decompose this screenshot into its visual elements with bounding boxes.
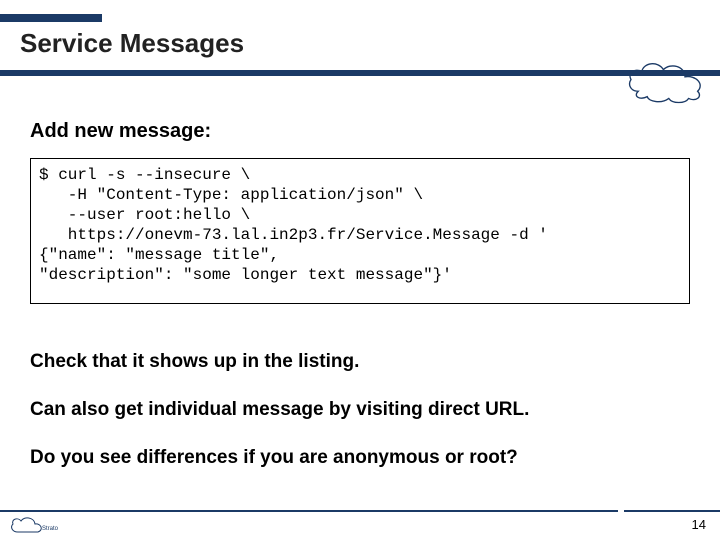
code-line: $ curl -s --insecure \ — [39, 166, 250, 184]
footer-line — [0, 510, 720, 512]
slide: Service Messages Add new message: $ curl… — [0, 0, 720, 540]
code-line: --user root:hello \ — [39, 206, 250, 224]
paragraph-differences: Do you see differences if you are anonym… — [30, 446, 690, 470]
title-underline — [0, 70, 720, 76]
title-accent-strip — [0, 14, 102, 22]
code-content: $ curl -s --insecure \ -H "Content-Type:… — [39, 165, 681, 285]
slide-title: Service Messages — [20, 28, 244, 59]
paragraph-direct-url: Can also get individual message by visit… — [30, 398, 690, 422]
subheading-add-message: Add new message: — [30, 120, 211, 143]
footer-line-gap — [618, 508, 624, 514]
code-line: "description": "some longer text message… — [39, 266, 452, 284]
code-box: $ curl -s --insecure \ -H "Content-Type:… — [30, 158, 690, 304]
code-line: -H "Content-Type: application/json" \ — [39, 186, 423, 204]
svg-text:Strato: Strato — [42, 526, 59, 532]
code-line: https://onevm-73.lal.in2p3.fr/Service.Me… — [39, 226, 548, 244]
code-line: {"name": "message title", — [39, 246, 279, 264]
cloud-icon — [622, 55, 712, 105]
page-number: 14 — [692, 517, 706, 532]
paragraph-check-listing: Check that it shows up in the listing. — [30, 350, 690, 374]
footer-logo-icon: Strato — [6, 514, 66, 538]
